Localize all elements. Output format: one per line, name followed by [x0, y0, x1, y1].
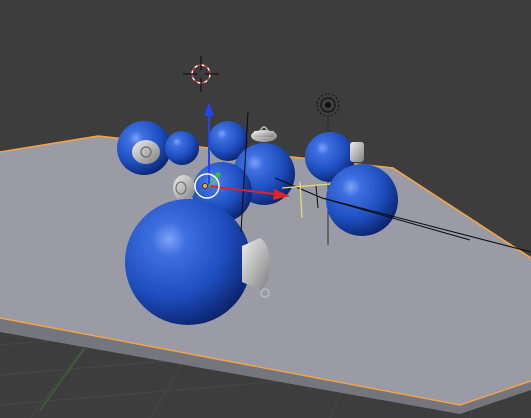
- y-axis-line: [39, 347, 86, 411]
- gizmo-z-arrow-icon[interactable]: [204, 102, 214, 116]
- ornament-front-right[interactable]: [326, 164, 398, 236]
- ornament-back-left[interactable]: [117, 121, 171, 175]
- scene-canvas[interactable]: [0, 0, 531, 418]
- 3d-cursor-icon[interactable]: [183, 56, 219, 92]
- ornament-back-left-small[interactable]: [165, 131, 199, 165]
- 3d-viewport[interactable]: [0, 0, 531, 418]
- object-origin: [202, 183, 208, 189]
- gizmo-y-handle[interactable]: [215, 172, 221, 178]
